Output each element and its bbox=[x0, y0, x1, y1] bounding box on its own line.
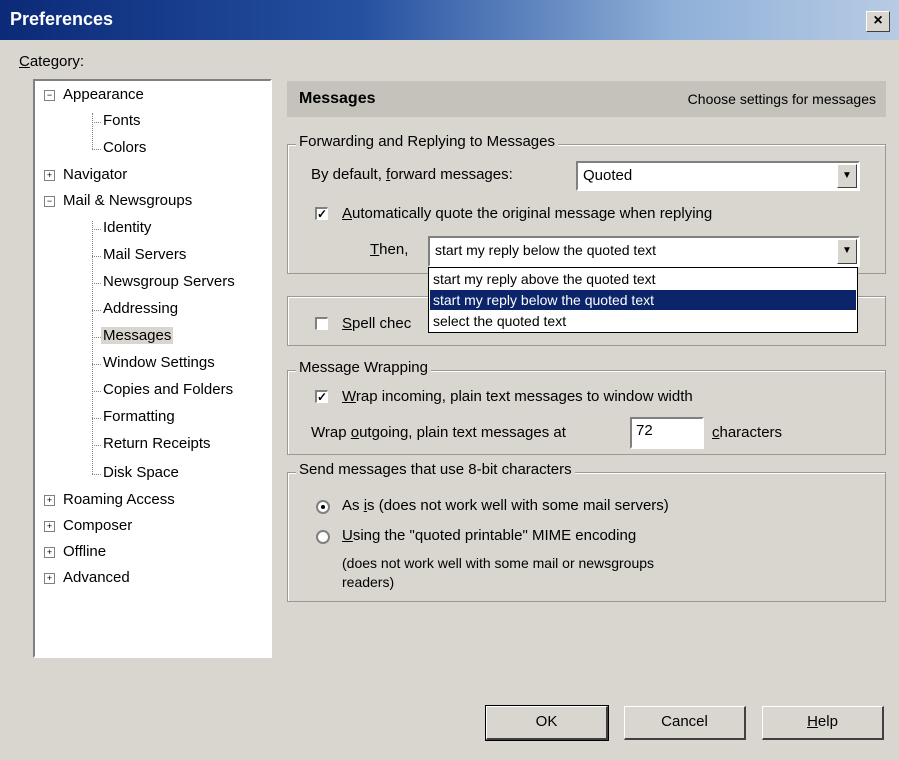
tree-line bbox=[92, 149, 101, 150]
tree-line bbox=[92, 283, 101, 284]
tree-item-fonts[interactable]: Fonts bbox=[103, 112, 141, 129]
then-dropdown-list[interactable]: start my reply above the quoted text sta… bbox=[428, 267, 858, 333]
wrap-incoming-label: Wrap incoming, plain text messages to wi… bbox=[342, 388, 693, 405]
panel-title: Messages bbox=[299, 90, 376, 107]
expand-icon[interactable]: + bbox=[44, 573, 55, 584]
category-label: Category: bbox=[19, 53, 85, 70]
then-select[interactable]: start my reply below the quoted text ▼ bbox=[428, 236, 860, 267]
forward-messages-select[interactable]: Quoted ▼ bbox=[576, 161, 860, 191]
tree-item-composer[interactable]: Composer bbox=[63, 517, 132, 534]
forward-messages-value: Quoted bbox=[583, 167, 633, 184]
tree-item-messages[interactable]: Messages bbox=[101, 327, 174, 344]
wrapping-group bbox=[287, 370, 886, 455]
title-bar bbox=[0, 0, 899, 40]
eightbit-legend: Send messages that use 8-bit characters bbox=[296, 461, 575, 478]
window-title: Preferences bbox=[10, 9, 114, 29]
tree-line bbox=[92, 391, 101, 392]
panel-header: Messages Choose settings for messages bbox=[287, 81, 886, 117]
panel-description: Choose settings for messages bbox=[687, 91, 876, 107]
tree-line bbox=[92, 418, 101, 419]
forwarding-legend: Forwarding and Replying to Messages bbox=[296, 133, 558, 150]
tree-item-roaming-access[interactable]: Roaming Access bbox=[63, 491, 175, 508]
tree-line bbox=[92, 113, 93, 149]
tree-line bbox=[92, 221, 93, 474]
tree-item-newsgroup-servers[interactable]: Newsgroup Servers bbox=[103, 273, 235, 290]
collapse-icon[interactable]: − bbox=[44, 196, 55, 207]
close-button[interactable]: × bbox=[866, 11, 890, 32]
wrap-width-input[interactable]: 72 bbox=[630, 417, 704, 449]
cancel-button[interactable]: Cancel bbox=[624, 706, 746, 740]
wrapping-legend: Message Wrapping bbox=[296, 359, 431, 376]
forward-messages-label: By default, forward messages: bbox=[311, 166, 513, 183]
help-button[interactable]: Help bbox=[762, 706, 884, 740]
tree-line bbox=[92, 474, 101, 475]
tree-line bbox=[92, 256, 101, 257]
then-option-select[interactable]: select the quoted text bbox=[430, 311, 856, 331]
then-option-above[interactable]: start my reply above the quoted text bbox=[430, 269, 856, 289]
autoquote-label: Automatically quote the original message… bbox=[342, 205, 713, 222]
then-value: start my reply below the quoted text bbox=[435, 242, 656, 258]
spell-check-label: Spell chec bbox=[342, 315, 412, 332]
collapse-icon[interactable]: − bbox=[44, 90, 55, 101]
tree-line bbox=[92, 364, 101, 365]
tree-line bbox=[92, 310, 101, 311]
eightbit-note-line1: (does not work well with some mail or ne… bbox=[342, 555, 655, 571]
expand-icon[interactable]: + bbox=[44, 170, 55, 181]
tree-item-navigator[interactable]: Navigator bbox=[63, 166, 127, 183]
then-label: Then, bbox=[370, 241, 409, 258]
ok-button[interactable]: OK bbox=[485, 705, 609, 741]
chevron-down-icon[interactable]: ▼ bbox=[837, 164, 857, 188]
then-option-below[interactable]: start my reply below the quoted text bbox=[430, 290, 856, 310]
tree-item-window-settings[interactable]: Window Settings bbox=[103, 354, 215, 371]
expand-icon[interactable]: + bbox=[44, 521, 55, 532]
chevron-down-icon[interactable]: ▼ bbox=[837, 239, 857, 264]
eightbit-quoted-printable-radio[interactable] bbox=[316, 530, 330, 544]
wrap-incoming-checkbox[interactable]: ✓ bbox=[315, 390, 328, 403]
characters-label: characters bbox=[712, 424, 783, 441]
eightbit-note-line2: readers) bbox=[342, 574, 395, 590]
tree-item-disk-space[interactable]: Disk Space bbox=[103, 464, 179, 481]
tree-line bbox=[92, 229, 101, 230]
tree-item-appearance[interactable]: Appearance bbox=[63, 86, 144, 103]
wrap-outgoing-label: Wrap outgoing, plain text messages at bbox=[311, 424, 566, 441]
tree-item-mail-servers[interactable]: Mail Servers bbox=[103, 246, 186, 263]
tree-item-formatting[interactable]: Formatting bbox=[103, 408, 175, 425]
expand-icon[interactable]: + bbox=[44, 495, 55, 506]
tree-item-identity[interactable]: Identity bbox=[103, 219, 151, 236]
tree-line bbox=[92, 122, 101, 123]
eightbit-as-is-radio[interactable] bbox=[316, 500, 330, 514]
tree-item-copies-and-folders[interactable]: Copies and Folders bbox=[103, 381, 233, 398]
category-tree[interactable]: − Appearance Fonts Colors + Navigator − … bbox=[33, 79, 272, 658]
autoquote-checkbox[interactable]: ✓ bbox=[315, 207, 328, 220]
spell-check-checkbox[interactable] bbox=[315, 317, 328, 330]
eightbit-as-is-label: As is (does not work well with some mail… bbox=[342, 497, 669, 514]
tree-item-addressing[interactable]: Addressing bbox=[103, 300, 178, 317]
tree-item-offline[interactable]: Offline bbox=[63, 543, 106, 560]
tree-line bbox=[92, 445, 101, 446]
eightbit-quoted-printable-label: Using the "quoted printable" MIME encodi… bbox=[342, 527, 637, 544]
expand-icon[interactable]: + bbox=[44, 547, 55, 558]
tree-line bbox=[92, 337, 101, 338]
tree-item-mail-newsgroups[interactable]: Mail & Newsgroups bbox=[63, 192, 192, 209]
tree-item-return-receipts[interactable]: Return Receipts bbox=[103, 435, 211, 452]
tree-item-advanced[interactable]: Advanced bbox=[63, 569, 130, 586]
tree-item-colors[interactable]: Colors bbox=[103, 139, 146, 156]
